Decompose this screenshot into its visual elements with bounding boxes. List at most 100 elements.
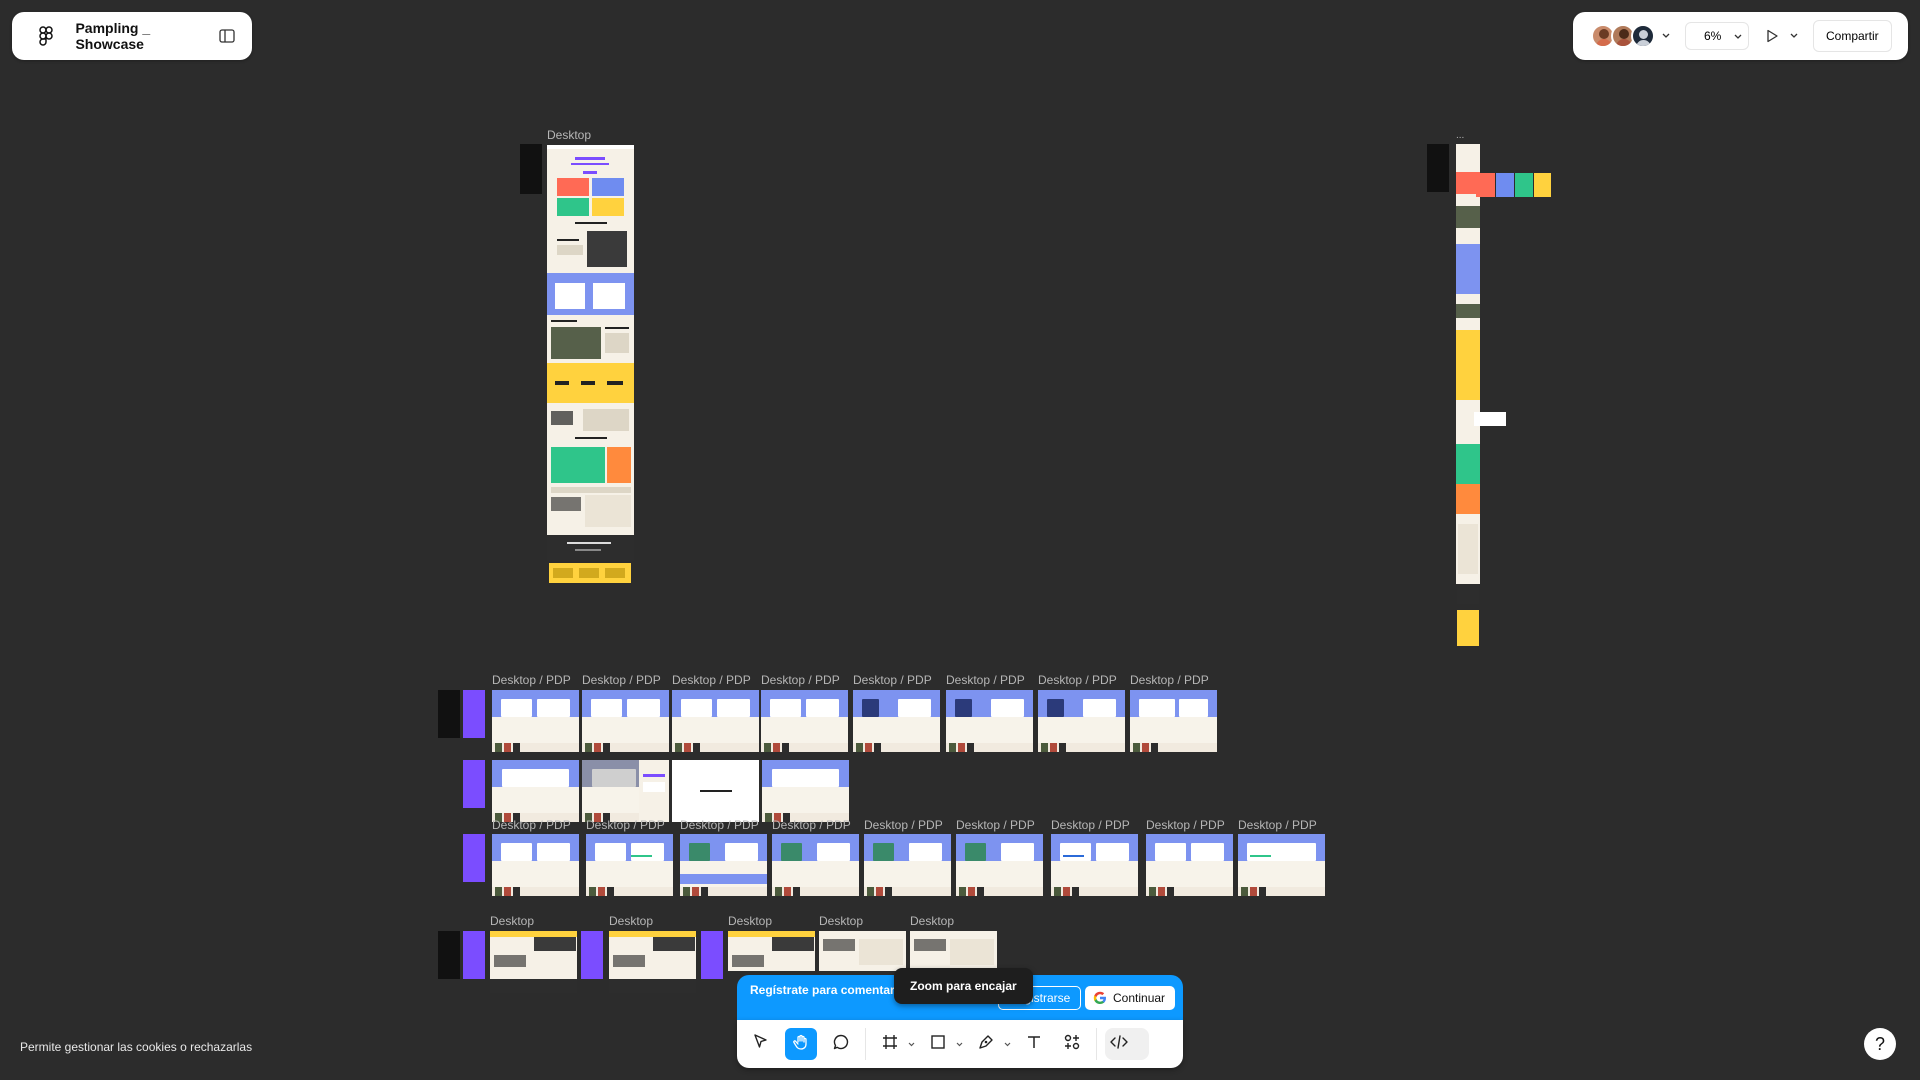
file-title[interactable]: Pampling _ Showcase [75,20,218,52]
pdp-frame[interactable] [582,690,669,752]
sidebar-toggle-icon[interactable] [219,27,237,45]
pdp-frame[interactable] [853,690,940,752]
frame-label[interactable]: Desktop / PDP [492,818,571,832]
frame-label[interactable]: Desktop / PDP [946,673,1025,687]
bottom-toolbar [737,1020,1183,1068]
pdp-frame[interactable] [1238,834,1325,896]
frame-side-panel[interactable] [438,931,460,979]
pdp-frame[interactable] [772,834,859,896]
hand-tool[interactable] [785,1028,817,1060]
comment-tool[interactable] [825,1028,857,1060]
frame-label[interactable]: Desktop / PDP [582,673,661,687]
shape-tool-chevron-down-icon[interactable] [954,1034,964,1054]
help-button[interactable]: ? [1864,1028,1896,1060]
footer-frame[interactable] [609,979,696,993]
frame-tool-chevron-down-icon[interactable] [906,1034,916,1054]
frame-side-panel[interactable] [463,690,485,738]
figma-logo-icon[interactable] [36,26,55,46]
frame-label[interactable]: Desktop / PDP [492,673,571,687]
pdp-frame[interactable] [946,690,1033,752]
frame-side-panel[interactable] [581,931,603,979]
mobile-swatch-green[interactable] [1515,173,1533,197]
hand-icon [792,1033,810,1056]
frame-label[interactable]: Desktop / PDP [772,818,851,832]
mobile-swatch-red[interactable] [1476,173,1495,197]
pdp-frame[interactable] [492,690,579,752]
footer-frame[interactable] [547,535,634,561]
desktop-frame[interactable] [609,931,696,979]
frame-label[interactable]: Desktop [490,914,534,928]
frame-side-panel[interactable] [1427,144,1449,192]
desktop-frame[interactable] [728,931,815,971]
side-drawer[interactable] [639,760,669,822]
pdp-frame[interactable] [1130,690,1217,752]
frame-tool[interactable] [874,1028,906,1060]
desktop-frame[interactable] [547,145,634,535]
pdp-frame[interactable] [1051,834,1138,896]
pdp-frame[interactable] [762,760,849,822]
footer-frame[interactable] [490,979,577,993]
frame-side-panel[interactable] [701,931,723,979]
frame-label[interactable]: Desktop / PDP [1238,818,1317,832]
move-tool[interactable] [745,1028,777,1060]
mobile-swatch-blue[interactable] [1496,173,1514,197]
frame-side-panel[interactable] [463,834,485,882]
desktop-frame[interactable] [819,931,906,971]
frame-label[interactable]: Desktop / PDP [586,818,665,832]
pdp-frame[interactable] [492,834,579,896]
frame-label[interactable]: Desktop [728,914,772,928]
text-tool[interactable] [1018,1028,1050,1060]
mobile-popup[interactable] [1474,412,1506,426]
dev-mode-toggle[interactable] [1105,1028,1149,1060]
frame-side-panel[interactable] [520,144,542,194]
pdp-frame[interactable] [680,834,767,896]
frame-label[interactable]: Desktop / PDP [1038,673,1117,687]
pdp-frame[interactable] [1146,834,1233,896]
frame-label[interactable]: ... [1456,130,1464,141]
frame-label[interactable]: Desktop / PDP [956,818,1035,832]
present-chevron-down-icon[interactable] [1787,29,1801,43]
pdp-frame[interactable] [492,760,579,822]
zoom-dropdown[interactable]: 6% [1685,22,1749,50]
share-button[interactable]: Compartir [1813,20,1892,52]
frame-side-panel[interactable] [438,690,460,738]
pdp-frame[interactable] [586,834,673,896]
frame-label[interactable]: Desktop [609,914,653,928]
frame-label[interactable]: Desktop [910,914,954,928]
frame-label[interactable]: Desktop / PDP [680,818,759,832]
mobile-footer-yellow[interactable] [1457,610,1479,646]
frame-label[interactable]: Desktop / PDP [864,818,943,832]
pdp-frame[interactable] [956,834,1043,896]
desktop-frame[interactable] [910,931,997,971]
pen-tool[interactable] [970,1028,1002,1060]
mobile-frame[interactable] [1456,144,1480,584]
toolbar-divider [865,1028,866,1060]
frame-side-panel[interactable] [463,931,485,979]
frame-label[interactable]: Desktop [819,914,863,928]
mobile-swatch-yellow[interactable] [1534,173,1551,197]
present-play-icon[interactable] [1763,27,1781,45]
login-frame[interactable] [672,760,759,822]
frame-label[interactable]: Desktop [547,128,591,142]
pdp-frame[interactable] [1038,690,1125,752]
frame-label[interactable]: Desktop / PDP [761,673,840,687]
collaborators[interactable] [1591,24,1655,48]
desktop-frame[interactable] [490,931,577,979]
frame-label[interactable]: Desktop / PDP [853,673,932,687]
collaborators-chevron-down-icon[interactable] [1659,29,1673,43]
continue-google-button[interactable]: Continuar [1085,986,1176,1010]
frame-side-panel[interactable] [463,760,485,808]
frame-label[interactable]: Desktop / PDP [1130,673,1209,687]
pen-tool-chevron-down-icon[interactable] [1002,1034,1012,1054]
rectangle-tool[interactable] [922,1028,954,1060]
frame-label[interactable]: Desktop / PDP [1051,818,1130,832]
pdp-frame[interactable] [864,834,951,896]
cookies-link[interactable]: Permite gestionar las cookies o rechazar… [20,1040,252,1054]
resources-tool[interactable] [1056,1028,1088,1060]
footer-yellow-frame[interactable] [549,563,631,583]
mobile-footer[interactable] [1457,584,1479,604]
pdp-frame[interactable] [672,690,759,752]
frame-label[interactable]: Desktop / PDP [1146,818,1225,832]
frame-label[interactable]: Desktop / PDP [672,673,751,687]
pdp-frame[interactable] [761,690,848,752]
